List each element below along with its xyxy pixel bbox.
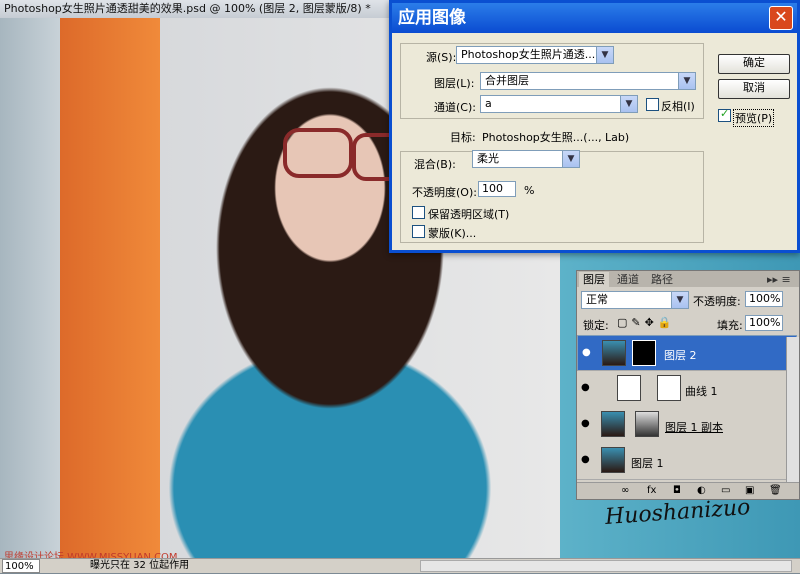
- layer-mask-thumbnail: [635, 411, 659, 437]
- mask-icon[interactable]: ◘: [673, 483, 681, 499]
- tab-paths[interactable]: 路径: [647, 272, 677, 287]
- fill-input[interactable]: 100%: [745, 315, 783, 331]
- link-icon[interactable]: ∞: [621, 483, 629, 499]
- eye-icon[interactable]: ●: [581, 455, 595, 465]
- preserve-transparency-checkbox[interactable]: [412, 206, 425, 219]
- horizontal-scrollbar[interactable]: [420, 560, 792, 572]
- layers-footer: ∞ fx ◘ ◐ ▭ ▣ 🗑: [577, 482, 799, 499]
- tab-channels[interactable]: 通道: [613, 272, 643, 287]
- layer-name: 曲线 1: [685, 385, 718, 398]
- channel-select[interactable]: a ▼: [480, 95, 638, 113]
- panel-menu-icon[interactable]: ▸▸ ≡: [763, 272, 795, 287]
- layers-panel: 图层 通道 路径 ▸▸ ≡ 正常 ▼ 不透明度: 100% 锁定: ▢✎✥🔒 填充…: [576, 270, 800, 500]
- fill-label: 填充:: [717, 319, 743, 332]
- cancel-button[interactable]: 取消: [718, 79, 790, 99]
- adjustment-icon[interactable]: ◐: [697, 483, 706, 499]
- dialog-title-bar[interactable]: 应用图像 ✕: [392, 3, 797, 33]
- eye-icon[interactable]: ●: [582, 348, 596, 358]
- opacity-unit: %: [524, 184, 535, 197]
- chevron-down-icon: ▼: [620, 96, 637, 112]
- opacity-input[interactable]: 100: [478, 181, 516, 197]
- chevron-down-icon: ▼: [596, 47, 613, 63]
- layer-name: 图层 1 副本: [665, 421, 723, 434]
- layer-select[interactable]: 合并图层 ▼: [480, 72, 696, 90]
- blending-label: 混合(B):: [414, 158, 456, 171]
- layer-name: 图层 2: [664, 349, 697, 362]
- folder-icon[interactable]: ▭: [721, 483, 730, 499]
- status-bar: 100% 曝光只在 32 位起作用: [0, 558, 800, 573]
- trash-icon[interactable]: 🗑: [769, 483, 782, 499]
- eye-icon[interactable]: ●: [581, 383, 595, 393]
- channel-value: a: [485, 97, 492, 110]
- lock-label: 锁定:: [583, 319, 609, 332]
- layer-mask-thumbnail: [657, 375, 681, 401]
- chevron-down-icon: ▼: [678, 73, 695, 89]
- layer-row[interactable]: ● 图层 1: [577, 443, 797, 480]
- target-value: Photoshop女生照...(..., Lab): [482, 131, 630, 144]
- blending-value: 柔光: [477, 152, 499, 165]
- tab-layers[interactable]: 图层: [579, 272, 609, 287]
- glasses-left-lens: [283, 128, 353, 178]
- layer-thumbnail: [602, 340, 626, 366]
- ok-button[interactable]: 确定: [718, 54, 790, 74]
- source-label: 源(S):: [426, 51, 457, 64]
- curves-icon: [617, 375, 641, 401]
- layer-row[interactable]: ● 图层 1 副本: [577, 407, 797, 444]
- layer-mask-thumbnail: [632, 340, 656, 366]
- zoom-level[interactable]: 100%: [2, 559, 40, 573]
- opacity-label: 不透明度(O):: [412, 186, 477, 199]
- chevron-down-icon: ▼: [671, 292, 688, 308]
- mask-checkbox[interactable]: [412, 225, 425, 238]
- blend-mode-select[interactable]: 正常 ▼: [581, 291, 689, 309]
- invert-label: 反相(I): [661, 100, 695, 113]
- preserve-transparency-label: 保留透明区域(T): [428, 208, 510, 221]
- panel-tabs: 图层 通道 路径 ▸▸ ≡: [577, 271, 799, 287]
- layer-name: 图层 1: [631, 457, 664, 470]
- eye-icon[interactable]: ●: [581, 419, 595, 429]
- layer-label: 图层(L):: [434, 77, 475, 90]
- channel-label: 通道(C):: [434, 101, 476, 114]
- layer-thumbnail: [601, 411, 625, 437]
- source-select[interactable]: Photoshop女生照片通透... ▼: [456, 46, 614, 64]
- status-info: 曝光只在 32 位起作用: [90, 560, 190, 571]
- blend-mode-value: 正常: [586, 293, 608, 306]
- layer-row[interactable]: ● 曲线 1: [577, 371, 797, 408]
- apply-image-dialog: 应用图像 ✕ 源(S): Photoshop女生照片通透... ▼ 图层(L): …: [389, 0, 800, 253]
- close-button[interactable]: ✕: [769, 6, 793, 30]
- new-layer-icon[interactable]: ▣: [745, 483, 754, 499]
- lock-icons[interactable]: ▢✎✥🔒: [617, 316, 676, 329]
- chevron-down-icon: ▼: [562, 151, 579, 167]
- layer-opacity-input[interactable]: 100%: [745, 291, 783, 307]
- fx-icon[interactable]: fx: [647, 483, 656, 499]
- layer-value: 合并图层: [485, 74, 529, 87]
- invert-checkbox[interactable]: [646, 98, 659, 111]
- layer-thumbnail: [601, 447, 625, 473]
- mask-label: 蒙版(K)...: [428, 227, 477, 240]
- source-value: Photoshop女生照片通透...: [461, 48, 596, 61]
- target-label: 目标:: [450, 131, 476, 144]
- preview-label: 预览(P): [733, 109, 775, 127]
- layers-scrollbar[interactable]: [786, 337, 799, 483]
- layer-row[interactable]: ● 图层 2: [577, 335, 797, 371]
- dialog-title: 应用图像: [398, 8, 466, 28]
- blending-select[interactable]: 柔光 ▼: [472, 150, 580, 168]
- layer-opacity-label: 不透明度:: [693, 295, 741, 308]
- preview-checkbox[interactable]: [718, 107, 731, 122]
